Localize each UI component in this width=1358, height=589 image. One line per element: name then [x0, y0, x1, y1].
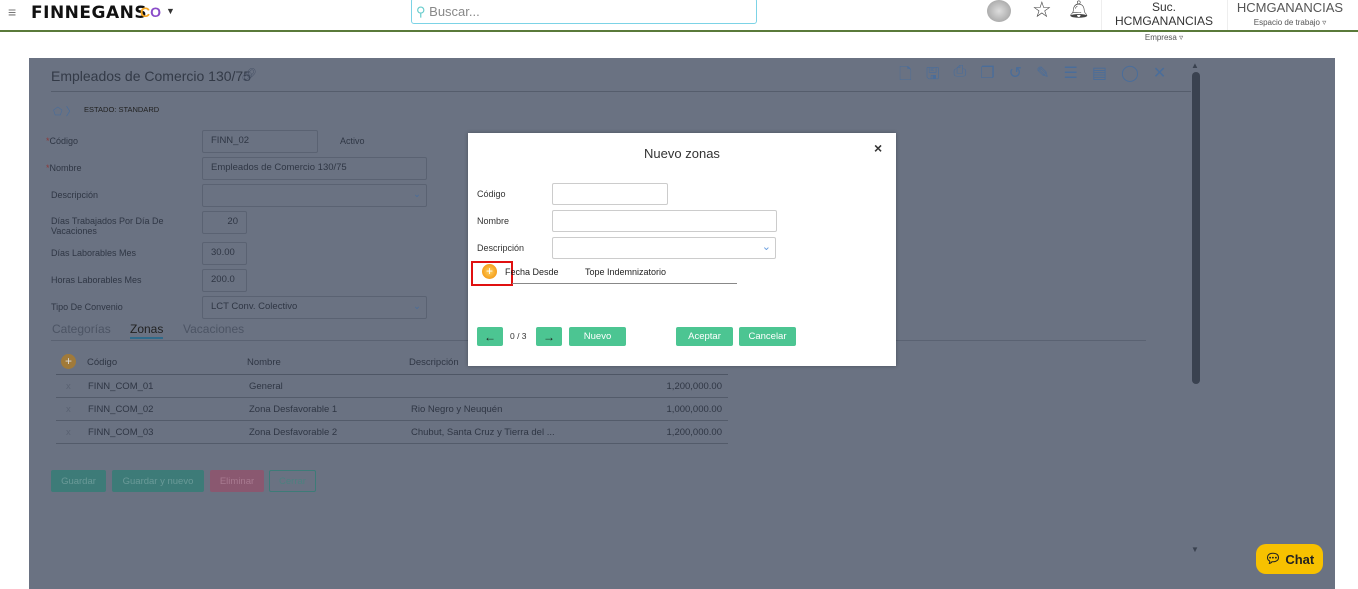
- star-icon[interactable]: ☆: [1032, 0, 1052, 23]
- bell-icon[interactable]: 🔔︎: [1068, 0, 1090, 20]
- table-row[interactable]: x FINN_COM_02 Zona Desfavorable 1 Rio Negro…: [56, 398, 728, 421]
- table-row[interactable]: x FINN_COM_03 Zona Desfavorable 2 Chubut, S…: [56, 421, 728, 444]
- delete-row-icon[interactable]: x: [66, 404, 71, 415]
- tab-categorias[interactable]: Categorías: [52, 322, 111, 336]
- brand-logo[interactable]: FINNEGANS: [31, 3, 147, 23]
- tipo-conv-select[interactable]: LCT Conv. Colectivo ⌄: [202, 296, 427, 319]
- close-icon[interactable]: ×: [874, 140, 882, 156]
- user-avatar[interactable]: [987, 0, 1011, 22]
- prev-button[interactable]: ←: [477, 327, 503, 346]
- copy-icon[interactable]: ❐: [980, 63, 994, 90]
- dialog-title: Nuevo zonas: [644, 146, 720, 161]
- hamburger-menu-icon[interactable]: ≡: [8, 4, 16, 20]
- brand-logo-icon: CO: [140, 4, 162, 20]
- horas-lab-input[interactable]: 200.0: [202, 269, 247, 292]
- tipo-conv-label: Tipo De Convenio: [51, 302, 123, 312]
- scrollbar-thumb[interactable]: [1192, 72, 1200, 384]
- cerrar-button[interactable]: Cerrar: [269, 470, 316, 492]
- save-icon[interactable]: 🖫: [926, 63, 940, 90]
- guardar-nuevo-button[interactable]: Guardar y nuevo: [112, 470, 204, 492]
- codigo-input[interactable]: [552, 183, 668, 205]
- brand-dropdown-icon[interactable]: ▼: [166, 6, 175, 16]
- grid-divider: [512, 283, 737, 284]
- workspace-selector[interactable]: HCMGANANCIAS Espacio de trabajo ▿: [1227, 0, 1352, 30]
- nuevo-button[interactable]: Nuevo: [569, 327, 626, 346]
- delete-row-icon[interactable]: x: [66, 427, 71, 438]
- link-icon[interactable]: 🔗︎: [241, 67, 258, 83]
- dias-lab-label: Días Laborables Mes: [51, 248, 137, 258]
- arrow-right-icon: →: [543, 329, 555, 344]
- descripcion-select[interactable]: ⌄: [552, 237, 776, 259]
- column-header-descripcion: Descripción: [409, 357, 459, 368]
- codigo-input[interactable]: FINN_02: [202, 130, 318, 153]
- search-input[interactable]: ⚲ Buscar...: [411, 0, 757, 24]
- column-header-tope: Tope Indemnizatorio: [585, 267, 667, 277]
- tab-zonas[interactable]: Zonas: [130, 322, 164, 339]
- next-button[interactable]: →: [536, 327, 562, 346]
- descripcion-label: Descripción: [477, 243, 525, 253]
- page-title: Empleados de Comercio 130/75: [51, 68, 252, 84]
- chevron-down-icon: ⌄: [761, 241, 771, 253]
- attach-icon[interactable]: ✎: [1036, 63, 1049, 90]
- cancelar-button[interactable]: Cancelar: [739, 327, 796, 346]
- comment-icon[interactable]: ◯: [1121, 63, 1139, 90]
- history-icon[interactable]: ↺: [1009, 63, 1022, 90]
- activo-label: Activo: [340, 136, 365, 146]
- aceptar-button[interactable]: Aceptar: [676, 327, 733, 346]
- dias-lab-input[interactable]: 30.00: [202, 242, 247, 265]
- arrow-left-icon: ←: [484, 329, 496, 344]
- add-row-icon[interactable]: +: [482, 264, 497, 279]
- eliminar-button[interactable]: Eliminar: [210, 470, 264, 492]
- column-header-fecha-desde: Fecha Desde: [505, 267, 559, 277]
- descripcion-select[interactable]: ⌄: [202, 184, 427, 207]
- codigo-label: Código: [477, 189, 506, 199]
- close-icon[interactable]: ✕: [1153, 63, 1166, 90]
- checklist-icon[interactable]: ☰: [1063, 63, 1077, 90]
- column-header-nombre: Nombre: [247, 357, 281, 368]
- nombre-input[interactable]: Empleados de Comercio 130/75: [202, 157, 427, 180]
- horas-lab-label: Horas Laborables Mes: [51, 275, 142, 285]
- column-header-codigo: Código: [87, 357, 118, 368]
- descripcion-label: Descripción: [51, 190, 99, 200]
- company-selector[interactable]: Suc. HCMGANANCIAS Empresa ▿: [1101, 0, 1226, 42]
- table-row[interactable]: x FINN_COM_01 General 1,200,000.00: [56, 375, 728, 398]
- search-icon: ⚲: [416, 4, 426, 19]
- status-badge: ESTADO: STANDARD: [84, 105, 160, 114]
- chat-bubble-icon: 💬︎: [1264, 551, 1282, 566]
- nombre-label: Nombre: [49, 163, 82, 173]
- nombre-input[interactable]: [552, 210, 777, 232]
- pager-text: 0 / 3: [510, 331, 527, 341]
- chevron-down-icon: ⌄: [413, 189, 421, 200]
- chevron-down-icon: ⌄: [413, 301, 421, 312]
- toolbar: 🗋 🖫 ⎙ ❐ ↺ ✎ ☰ ▤ ◯ ✕: [899, 63, 1166, 90]
- print-icon[interactable]: ⎙: [954, 63, 967, 90]
- guardar-button[interactable]: Guardar: [51, 470, 106, 492]
- divider: [51, 91, 1191, 92]
- top-bar: ≡ FINNEGANS CO ▼ ⚲ Buscar... ☆ 🔔︎ Suc. H…: [0, 0, 1358, 42]
- tab-vacaciones[interactable]: Vacaciones: [183, 322, 244, 336]
- nombre-label: Nombre: [477, 216, 510, 226]
- new-doc-icon[interactable]: 🗋: [899, 63, 912, 90]
- dias-trab-label: Días Trabajados Por Día De Vacaciones: [51, 216, 164, 236]
- report-icon[interactable]: ▤: [1092, 63, 1107, 90]
- tag-icon[interactable]: ⬠ 〉: [53, 103, 77, 119]
- codigo-label: Código: [49, 136, 79, 146]
- dias-trab-input[interactable]: 20: [202, 211, 247, 234]
- nuevo-zonas-dialog: Nuevo zonas × Código Nombre Descripción …: [468, 133, 896, 366]
- scroll-down-icon[interactable]: ▼: [1191, 545, 1199, 554]
- delete-row-icon[interactable]: x: [66, 381, 71, 392]
- scroll-up-icon[interactable]: ▲: [1191, 61, 1199, 70]
- add-row-icon[interactable]: +: [61, 354, 76, 369]
- chat-button[interactable]: 💬︎ Chat: [1256, 544, 1323, 574]
